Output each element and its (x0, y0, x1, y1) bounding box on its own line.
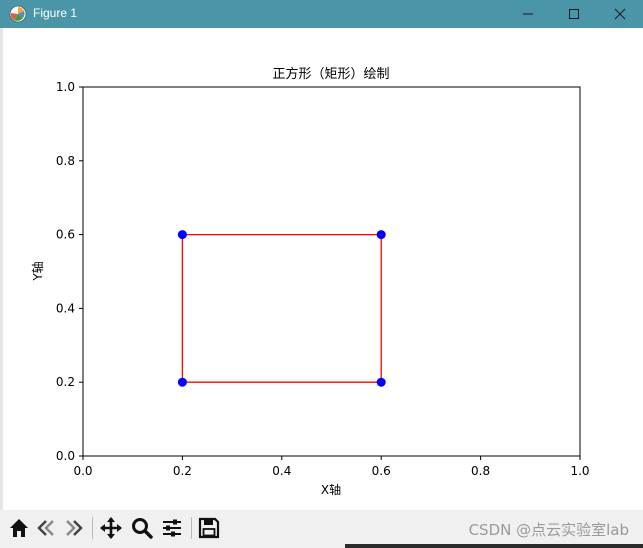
y-tick-label: 0.6 (56, 228, 75, 242)
x-axis-ticks: 0.0 0.2 0.4 0.6 0.8 1.0 (73, 456, 590, 478)
matplotlib-logo-icon (9, 5, 27, 23)
maximize-button[interactable] (551, 0, 597, 28)
navigation-toolbar: CSDN @点云实验室lab (0, 510, 643, 548)
back-button[interactable] (35, 516, 61, 542)
x-tick-label: 0.8 (471, 464, 490, 478)
axes-frame (82, 86, 581, 457)
forward-button[interactable] (61, 516, 87, 542)
vertex-point (177, 377, 187, 387)
save-icon (198, 517, 220, 539)
y-tick-label: 0.0 (56, 449, 75, 463)
background-window-strip (345, 544, 643, 548)
y-tick-label: 0.4 (56, 301, 75, 315)
configure-subplots-icon (163, 519, 181, 537)
y-tick-label: 1.0 (56, 80, 75, 94)
save-button[interactable] (197, 516, 223, 542)
x-tick-label: 1.0 (570, 464, 589, 478)
y-tick-label: 0.8 (56, 154, 75, 168)
vertex-point (376, 377, 386, 387)
vertex-point (376, 230, 386, 240)
x-tick-label: 0.2 (173, 464, 192, 478)
close-icon (614, 8, 626, 20)
zoom-button[interactable] (130, 516, 156, 542)
toolbar-separator (92, 517, 93, 539)
watermark-text: CSDN @点云实验室lab (468, 521, 629, 539)
minimize-button[interactable] (505, 0, 551, 28)
pan-button[interactable] (99, 516, 125, 542)
configure-subplots-button[interactable] (160, 516, 186, 542)
maximize-icon (569, 9, 579, 19)
zoom-icon (132, 518, 153, 539)
x-tick-label: 0.4 (272, 464, 291, 478)
x-axis-label: X轴 (321, 482, 341, 497)
chart-svg: 正方形（矩形）绘制 0.0 0.2 0.4 0.6 0.8 1.0 0.00.20.40.… (30, 66, 590, 497)
y-tick-label: 0.2 (56, 375, 75, 389)
chart-title: 正方形（矩形）绘制 (272, 66, 389, 82)
home-icon (10, 519, 28, 537)
pan-icon (100, 517, 122, 539)
x-tick-label: 0.0 (73, 464, 92, 478)
window-titlebar[interactable]: Figure 1 (0, 0, 643, 28)
forward-icon (66, 520, 83, 536)
minimize-icon (523, 13, 533, 15)
back-icon (37, 520, 54, 536)
vertex-point (177, 230, 187, 240)
y-axis-label: Y轴 (30, 261, 45, 281)
figure-canvas[interactable]: 正方形（矩形）绘制 0.0 0.2 0.4 0.6 0.8 1.0 0.0 0.2 0.4 0.… (0, 28, 643, 510)
toolbar-separator (191, 517, 192, 539)
window-title: Figure 1 (33, 6, 78, 20)
home-button[interactable] (7, 516, 33, 542)
x-tick-label: 0.6 (372, 464, 391, 478)
y-axis-ticks: 0.0 0.2 0.4 0.6 0.8 1.0 (56, 80, 83, 463)
close-button[interactable] (597, 0, 643, 28)
